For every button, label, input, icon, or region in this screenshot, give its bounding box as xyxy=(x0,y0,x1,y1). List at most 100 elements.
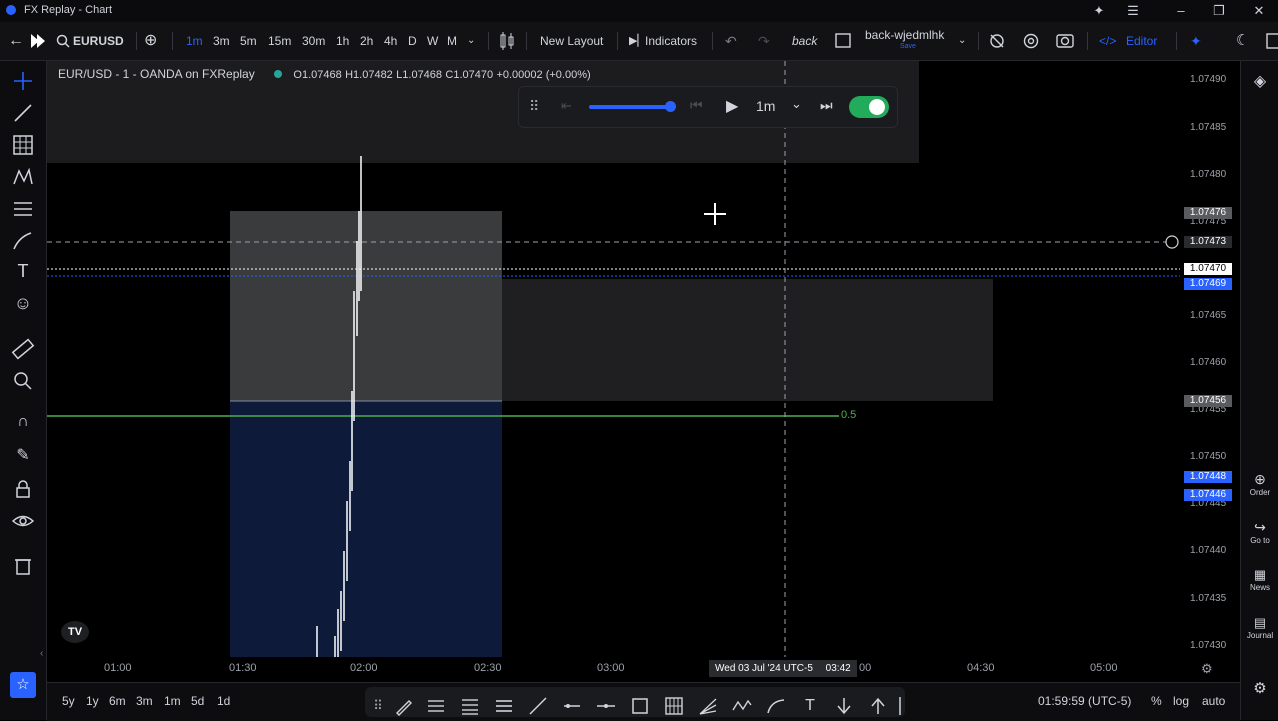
goto-button[interactable]: ↪ Go to xyxy=(1241,519,1278,545)
log-toggle[interactable]: log xyxy=(1173,694,1189,708)
fib-grid-tool-icon[interactable] xyxy=(11,133,35,157)
layers-icon[interactable]: ◈ xyxy=(1241,71,1278,91)
timeframe-w[interactable]: W xyxy=(427,22,438,60)
jump-to-start-icon[interactable]: ⇤ xyxy=(561,98,572,114)
indicators-button[interactable]: Indicators xyxy=(645,22,697,60)
grid-icon[interactable] xyxy=(663,695,685,717)
replay-speed-slider[interactable] xyxy=(589,105,674,109)
candle-type-icon[interactable] xyxy=(498,22,516,60)
visibility-eye-icon[interactable] xyxy=(11,509,35,533)
layout-dropdown-icon[interactable]: ⌄ xyxy=(958,22,966,60)
slider-handle[interactable] xyxy=(665,101,676,112)
horizontal-line-icon[interactable] xyxy=(595,695,617,717)
timeframe-4h[interactable]: 4h xyxy=(384,22,397,60)
range-3m[interactable]: 3m xyxy=(136,694,153,708)
timeframe-1h[interactable]: 1h xyxy=(336,22,349,60)
timeframe-2h[interactable]: 2h xyxy=(360,22,373,60)
percent-toggle[interactable]: % xyxy=(1151,694,1162,708)
indicators-icon[interactable]: ▶▏ xyxy=(629,22,646,60)
back-arrow-icon[interactable]: ← xyxy=(8,22,24,60)
close-icon[interactable]: ✕ xyxy=(1250,2,1268,20)
range-6m[interactable]: 6m xyxy=(109,694,126,708)
draw-lock-icon[interactable]: ✎ xyxy=(11,445,35,469)
replay-logo-icon[interactable] xyxy=(28,22,48,60)
back-button[interactable]: back xyxy=(792,22,817,60)
timeframe-dropdown-icon[interactable]: ⌄ xyxy=(467,22,475,60)
emoji-tool-icon[interactable]: ☺ xyxy=(11,293,35,317)
range-1m[interactable]: 1m xyxy=(164,694,181,708)
curve-icon[interactable] xyxy=(765,695,787,717)
redo-icon[interactable]: ↷ xyxy=(758,22,770,60)
alert-icon[interactable] xyxy=(988,22,1006,60)
horizontal-ray-icon[interactable] xyxy=(561,695,583,717)
code-icon[interactable]: </> xyxy=(1099,22,1116,60)
auto-toggle[interactable]: auto xyxy=(1202,694,1225,708)
settings-gear-icon[interactable]: ⚙ xyxy=(1241,679,1278,697)
text-icon[interactable]: T xyxy=(799,695,821,717)
journal-button[interactable]: ▤ Journal xyxy=(1241,615,1278,640)
time-axis[interactable]: 01:00 01:30 02:00 02:30 03:00 00 04:30 0… xyxy=(47,657,1240,681)
clock[interactable]: 01:59:59 (UTC-5) xyxy=(1038,694,1131,708)
replay-toggle[interactable] xyxy=(849,96,889,118)
add-symbol-icon[interactable]: ⊕ xyxy=(144,22,157,60)
fib-retracement-icon[interactable] xyxy=(425,695,447,717)
settings-gear-icon[interactable] xyxy=(1022,22,1040,60)
order-button[interactable]: ⊕ Order xyxy=(1241,471,1278,497)
brush-tool-icon[interactable] xyxy=(11,229,35,253)
menu-icon[interactable]: ☰ xyxy=(1124,2,1142,20)
vertical-line-icon[interactable] xyxy=(895,695,917,717)
timeframe-5m[interactable]: 5m xyxy=(240,22,257,60)
undo-icon[interactable]: ↶ xyxy=(725,22,737,60)
pattern-tool-icon[interactable] xyxy=(11,165,35,189)
ruler-tool-icon[interactable] xyxy=(11,337,35,361)
search-icon[interactable] xyxy=(56,22,70,60)
extensions-icon[interactable]: ✦ xyxy=(1090,2,1108,20)
chart-canvas[interactable]: 0.5 TV xyxy=(47,61,1180,657)
prediction-tool-icon[interactable] xyxy=(11,197,35,221)
timeframe-30m[interactable]: 30m xyxy=(302,22,325,60)
text-tool-icon[interactable]: T xyxy=(11,261,35,285)
dark-mode-icon[interactable]: ☾ xyxy=(1236,22,1249,60)
symbol-search[interactable]: EURUSD xyxy=(73,22,124,60)
panel-toggle-icon[interactable] xyxy=(1266,22,1278,60)
timeframe-3m[interactable]: 3m xyxy=(213,22,230,60)
time-axis-settings-icon[interactable]: ⚙ xyxy=(1201,661,1213,677)
editor-button[interactable]: Editor xyxy=(1126,22,1157,60)
pen-tool-icon[interactable] xyxy=(393,695,415,717)
play-icon[interactable]: ▶ xyxy=(726,96,738,116)
step-back-icon[interactable]: ⏮ xyxy=(690,97,703,114)
trash-icon[interactable] xyxy=(11,553,35,577)
arrow-down-icon[interactable] xyxy=(833,695,855,717)
lock-icon[interactable] xyxy=(11,477,35,501)
step-forward-icon[interactable]: ⏭ xyxy=(820,97,833,114)
minimize-icon[interactable]: – xyxy=(1172,2,1190,20)
trendline-icon[interactable] xyxy=(527,695,549,717)
range-1y[interactable]: 1y xyxy=(86,694,99,708)
magnet-tool-icon[interactable]: ∩ xyxy=(11,413,35,437)
fib-extension-icon[interactable] xyxy=(459,695,481,717)
layout-square-icon[interactable] xyxy=(834,22,852,60)
tradingview-logo[interactable]: TV xyxy=(61,621,89,643)
range-5y[interactable]: 5y xyxy=(62,694,75,708)
collapse-toolbar-icon[interactable]: ‹ xyxy=(40,648,43,659)
new-layout-button[interactable]: New Layout xyxy=(540,22,603,60)
timeframe-m[interactable]: M xyxy=(447,22,457,60)
ai-sparkle-icon[interactable]: ✦ xyxy=(1190,22,1202,60)
price-axis[interactable]: 1.07490 1.07485 1.07480 1.07475 1.07465 … xyxy=(1180,61,1239,657)
timeframe-1m[interactable]: 1m xyxy=(186,22,203,60)
trend-line-tool-icon[interactable] xyxy=(11,101,35,125)
rectangle-icon[interactable] xyxy=(629,695,651,717)
zigzag-icon[interactable] xyxy=(731,695,753,717)
zoom-tool-icon[interactable] xyxy=(11,369,35,393)
replay-timeframe-dropdown-icon[interactable]: ⌄ xyxy=(791,96,802,112)
legend-symbol[interactable]: EUR/USD - 1 - OANDA on FXReplay xyxy=(58,67,255,81)
replay-timeframe[interactable]: 1m xyxy=(756,98,775,114)
news-button[interactable]: ▦ News xyxy=(1241,567,1278,592)
maximize-icon[interactable]: ❐ xyxy=(1210,2,1228,20)
drag-handle-icon[interactable]: ⠿ xyxy=(529,98,539,115)
crosshair-tool-icon[interactable] xyxy=(11,69,35,93)
channel-icon[interactable] xyxy=(493,695,515,717)
range-1d[interactable]: 1d xyxy=(217,694,230,708)
timeframe-d[interactable]: D xyxy=(408,22,417,60)
range-5d[interactable]: 5d xyxy=(191,694,204,708)
